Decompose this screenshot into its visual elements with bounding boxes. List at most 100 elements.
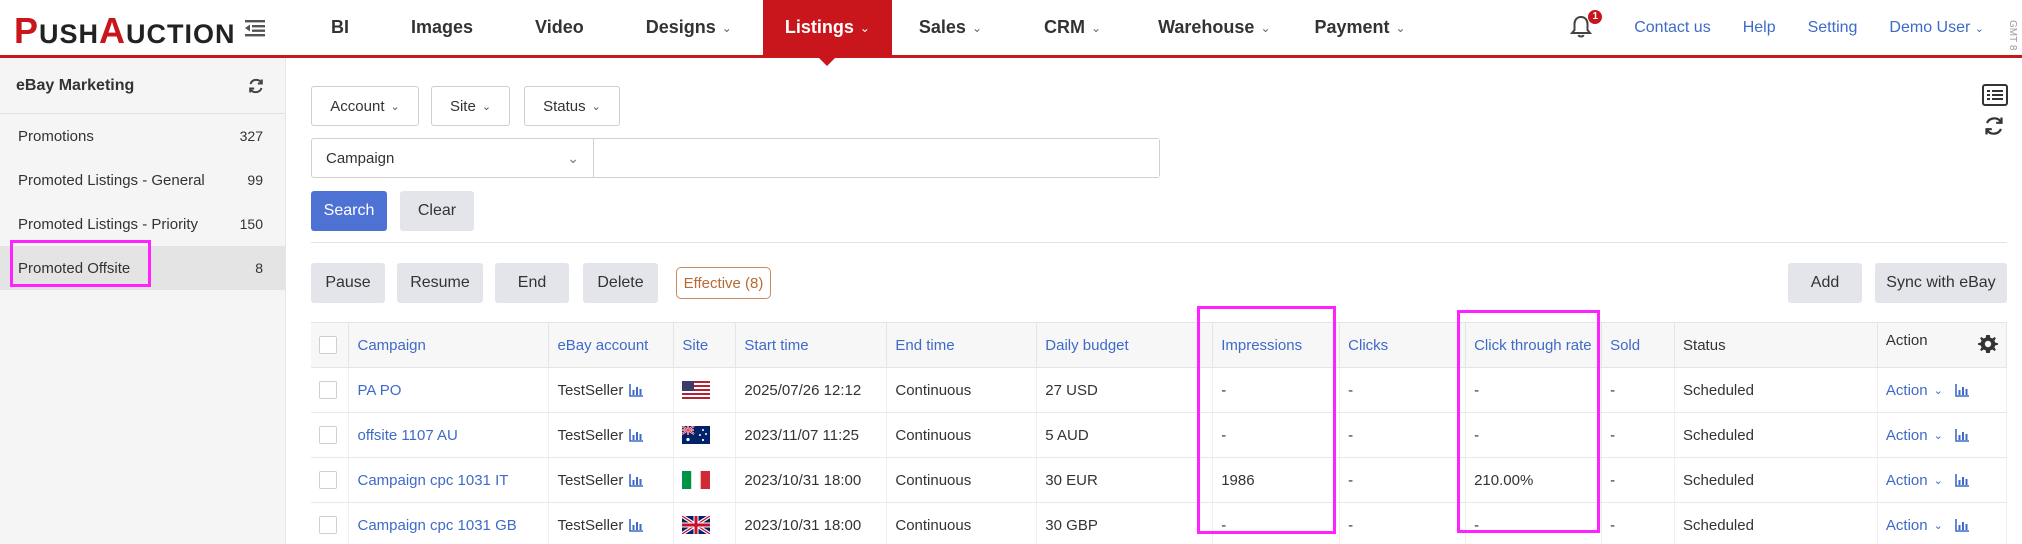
site-filter[interactable]: Site ⌄ bbox=[431, 86, 510, 126]
row-checkbox[interactable] bbox=[319, 471, 337, 490]
nav-crm[interactable]: CRM ⌄ bbox=[1009, 0, 1136, 55]
col-impressions[interactable]: Impressions bbox=[1212, 322, 1341, 368]
delete-button[interactable]: Delete bbox=[583, 263, 658, 303]
search-button[interactable]: Search bbox=[311, 191, 387, 231]
sold-cell: - bbox=[1601, 412, 1676, 458]
nav-warehouse[interactable]: Warehouse ⌄ bbox=[1136, 0, 1292, 55]
campaign-table: Campaign eBay account Site Start time En… bbox=[311, 322, 2008, 544]
pause-button[interactable]: Pause bbox=[311, 263, 385, 303]
resume-button[interactable]: Resume bbox=[397, 263, 483, 303]
col-campaign[interactable]: Campaign bbox=[348, 322, 550, 368]
sidebar-item-promoted-listings-general[interactable]: Promoted Listings - General 99 bbox=[0, 158, 285, 202]
pushauction-logo[interactable]: PUSHAUCTION bbox=[14, 10, 236, 52]
clicks-cell: - bbox=[1339, 457, 1467, 503]
chart-icon[interactable] bbox=[1955, 518, 1970, 532]
account-cell: TestSeller bbox=[548, 412, 675, 458]
ctr-cell: 210.00% bbox=[1465, 457, 1603, 503]
nav-bi[interactable]: BI bbox=[300, 0, 380, 55]
chart-icon[interactable] bbox=[629, 429, 644, 442]
row-checkbox[interactable] bbox=[319, 381, 337, 400]
end-time-cell: Continuous bbox=[886, 412, 1038, 458]
action-cell: Action ⌄ bbox=[1877, 412, 2008, 458]
col-daily-budget[interactable]: Daily budget bbox=[1036, 322, 1214, 368]
chart-icon[interactable] bbox=[629, 519, 644, 532]
end-time-cell: Continuous bbox=[886, 457, 1038, 503]
col-click-through-rate[interactable]: Click through rate bbox=[1465, 322, 1603, 368]
search-input[interactable] bbox=[594, 139, 1159, 177]
action-dropdown[interactable]: Action bbox=[1886, 382, 1928, 399]
chevron-down-icon: ⌄ bbox=[1974, 22, 1984, 35]
campaign-link[interactable]: Campaign cpc 1031 GB bbox=[348, 502, 550, 544]
chevron-down-icon: ⌄ bbox=[721, 20, 732, 35]
row-select-cell bbox=[311, 457, 350, 503]
clear-button[interactable]: Clear bbox=[400, 191, 474, 231]
ctr-cell: - bbox=[1465, 502, 1603, 544]
end-button[interactable]: End bbox=[495, 263, 569, 303]
contact-us-link[interactable]: Contact us bbox=[1634, 19, 1710, 37]
help-link[interactable]: Help bbox=[1743, 19, 1776, 37]
select-all-checkbox[interactable] bbox=[319, 336, 337, 355]
us-flag-icon bbox=[682, 381, 711, 400]
end-time-cell: Continuous bbox=[886, 367, 1038, 413]
search-row: Campaign ⌄ bbox=[311, 138, 1160, 178]
chevron-down-icon: ⌄ bbox=[591, 100, 601, 113]
action-dropdown[interactable]: Action bbox=[1886, 427, 1928, 444]
col-site[interactable]: Site bbox=[673, 322, 737, 368]
user-menu[interactable]: Demo User ⌄ bbox=[1889, 19, 1984, 37]
col-ebay-account[interactable]: eBay account bbox=[548, 322, 675, 368]
search-field-select[interactable]: Campaign ⌄ bbox=[312, 139, 594, 177]
chart-icon[interactable] bbox=[629, 474, 644, 487]
refresh-icon[interactable] bbox=[247, 77, 265, 95]
sync-with-ebay-button[interactable]: Sync with eBay bbox=[1875, 263, 2007, 303]
gear-icon[interactable] bbox=[1978, 334, 1998, 358]
site-cell bbox=[673, 367, 737, 413]
chart-icon[interactable] bbox=[629, 384, 644, 397]
add-button[interactable]: Add bbox=[1788, 263, 1862, 303]
nav-sales[interactable]: Sales ⌄ bbox=[892, 0, 1009, 55]
sold-cell: - bbox=[1601, 457, 1676, 503]
sold-cell: - bbox=[1601, 367, 1676, 413]
list-view-icon[interactable] bbox=[1982, 84, 2008, 110]
col-clicks[interactable]: Clicks bbox=[1339, 322, 1467, 368]
chart-icon[interactable] bbox=[1955, 383, 1970, 397]
col-end-time[interactable]: End time bbox=[886, 322, 1038, 368]
chevron-down-icon: ⌄ bbox=[1933, 384, 1943, 397]
sidebar-item-promoted-listings-priority[interactable]: Promoted Listings - Priority 150 bbox=[0, 202, 285, 246]
table-header-row: Campaign eBay account Site Start time En… bbox=[311, 322, 2008, 368]
site-cell bbox=[673, 412, 737, 458]
account-filter[interactable]: Account ⌄ bbox=[311, 86, 419, 126]
chevron-down-icon: ⌄ bbox=[971, 20, 983, 35]
refresh-icon[interactable] bbox=[1983, 115, 2009, 141]
menu-collapse-icon[interactable] bbox=[243, 16, 267, 40]
chart-icon[interactable] bbox=[1955, 428, 1970, 442]
action-dropdown[interactable]: Action bbox=[1886, 472, 1928, 489]
action-dropdown[interactable]: Action bbox=[1886, 517, 1928, 534]
impressions-cell: - bbox=[1212, 412, 1341, 458]
ctr-cell: - bbox=[1465, 412, 1603, 458]
nav-video[interactable]: Video bbox=[504, 0, 615, 55]
row-checkbox[interactable] bbox=[319, 426, 337, 445]
sidebar-item-promoted-offsite[interactable]: Promoted Offsite 8 bbox=[0, 246, 285, 290]
col-start-time[interactable]: Start time bbox=[735, 322, 888, 368]
nav-designs[interactable]: Designs ⌄ bbox=[615, 0, 763, 55]
impressions-cell: 1986 bbox=[1212, 457, 1341, 503]
status-filter[interactable]: Status ⌄ bbox=[524, 86, 620, 126]
col-sold[interactable]: Sold bbox=[1601, 322, 1676, 368]
setting-link[interactable]: Setting bbox=[1808, 19, 1858, 37]
gb-flag-icon bbox=[681, 514, 712, 536]
campaign-link[interactable]: PA PO bbox=[348, 367, 550, 413]
chevron-down-icon: ⌄ bbox=[1395, 20, 1406, 35]
status-cell: Scheduled bbox=[1674, 367, 1878, 413]
row-checkbox[interactable] bbox=[319, 516, 337, 535]
nav-listings[interactable]: Listings ⌄ bbox=[762, 0, 892, 66]
status-cell: Scheduled bbox=[1674, 412, 1878, 458]
sidebar-item-promotions[interactable]: Promotions 327 bbox=[0, 114, 285, 158]
notification-bell-icon[interactable]: 1 bbox=[1570, 9, 1603, 41]
nav-payment[interactable]: Payment ⌄ bbox=[1293, 0, 1428, 55]
chart-icon[interactable] bbox=[1955, 473, 1970, 487]
effective-filter-tag[interactable]: Effective (8) bbox=[676, 267, 771, 299]
nav-images[interactable]: Images bbox=[380, 0, 504, 55]
it-flag-icon bbox=[682, 471, 711, 490]
campaign-link[interactable]: offsite 1107 AU bbox=[348, 412, 550, 458]
campaign-link[interactable]: Campaign cpc 1031 IT bbox=[348, 457, 550, 503]
